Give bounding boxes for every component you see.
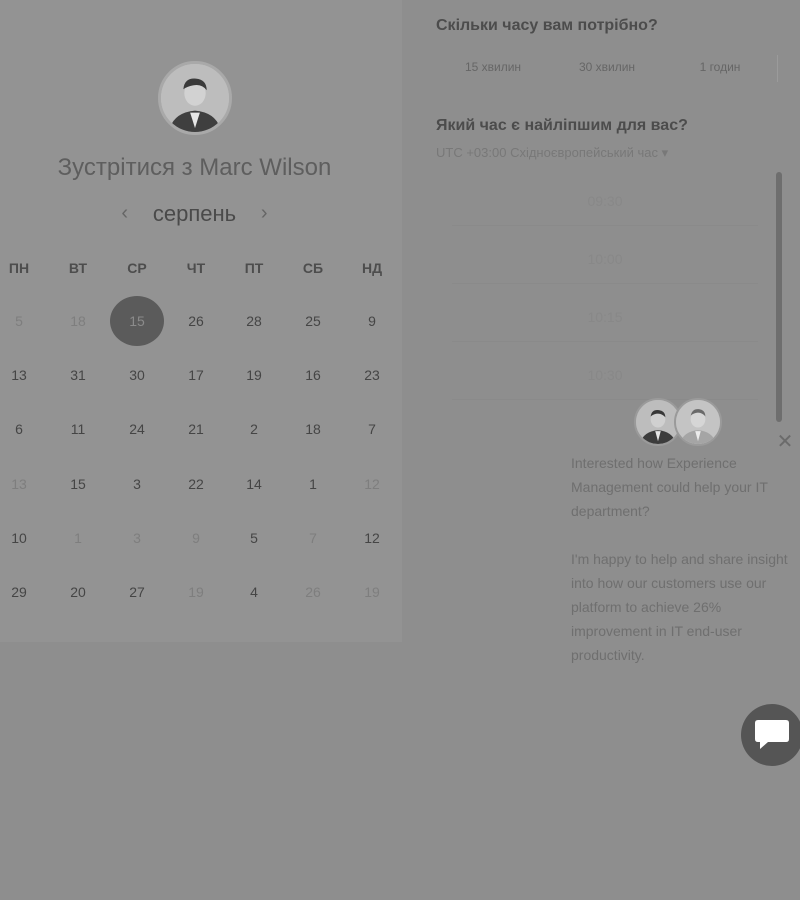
duration-selector: 15 хвилин 30 хвилин 1 годин xyxy=(436,55,778,82)
time-slot[interactable]: 09:30 xyxy=(452,170,758,226)
month-navigator: ‹ серпень › xyxy=(0,200,389,230)
calendar-day[interactable]: 7 xyxy=(352,417,392,441)
calendar-day[interactable]: 7 xyxy=(293,526,333,550)
calendar-day[interactable]: 14 xyxy=(234,472,274,496)
time-slot[interactable]: 10:00 xyxy=(452,228,758,284)
calendar-day[interactable]: 13 xyxy=(0,363,39,387)
time-slot[interactable]: 10:15 xyxy=(452,286,758,342)
weekday-label: СР xyxy=(127,260,147,276)
weekday-label: СБ xyxy=(302,260,324,276)
calendar-day[interactable]: 26 xyxy=(176,309,216,333)
next-month-button[interactable]: › xyxy=(252,200,276,226)
time-slot[interactable]: 10:30 xyxy=(452,344,758,400)
prev-month-button[interactable]: ‹ xyxy=(113,200,137,226)
weekday-label: ЧТ xyxy=(186,260,206,276)
calendar-day[interactable]: 18 xyxy=(58,309,98,333)
calendar-day[interactable]: 17 xyxy=(176,363,216,387)
calendar-day[interactable]: 3 xyxy=(117,472,157,496)
calendar-day[interactable]: 13 xyxy=(0,472,39,496)
calendar-day[interactable]: 21 xyxy=(176,417,216,441)
calendar-day[interactable]: 1 xyxy=(58,526,98,550)
calendar-day[interactable]: 9 xyxy=(176,526,216,550)
duration-option-60[interactable]: 1 годин xyxy=(663,60,777,74)
time-question: Який час є найліпшим для вас? xyxy=(436,117,688,134)
calendar-day[interactable]: 29 xyxy=(0,580,39,604)
calendar-day[interactable]: 12 xyxy=(352,472,392,496)
calendar-day[interactable]: 1 xyxy=(293,472,333,496)
chat-agent-avatars xyxy=(634,398,724,448)
calendar-day[interactable]: 24 xyxy=(117,417,157,441)
calendar-day[interactable]: 9 xyxy=(352,309,392,333)
calendar-day[interactable]: 20 xyxy=(58,580,98,604)
calendar-day[interactable]: 15 xyxy=(58,472,98,496)
chat-bubble-icon xyxy=(755,720,789,749)
calendar-day[interactable]: 31 xyxy=(58,363,98,387)
meeting-title: Зустрітися з Marc Wilson xyxy=(57,154,332,181)
weekday-header: ПН ВТ СР ЧТ ПТ СБ НД xyxy=(0,260,402,280)
time-slot-list: 09:30 10:00 10:15 10:30 xyxy=(452,170,762,410)
agent-avatar xyxy=(674,398,722,446)
calendar-day[interactable]: 3 xyxy=(117,526,157,550)
calendar-day[interactable]: 22 xyxy=(176,472,216,496)
weekday-label: ВТ xyxy=(68,260,88,276)
calendar-day[interactable]: 19 xyxy=(234,363,274,387)
calendar-panel: Зустрітися з Marc Wilson ‹ серпень › ПН В… xyxy=(0,0,402,642)
duration-question: Скільки часу вам потрібно? xyxy=(436,17,658,34)
month-label: серпень xyxy=(152,201,237,226)
host-avatar xyxy=(158,61,232,135)
calendar-day[interactable]: 19 xyxy=(352,580,392,604)
calendar-day[interactable]: 6 xyxy=(0,417,39,441)
timezone-dropdown[interactable]: UTC +03:00 Східноєвропейський час ▾ xyxy=(436,145,668,161)
calendar-day[interactable]: 12 xyxy=(352,526,392,550)
duration-option-15[interactable]: 15 хвилин xyxy=(436,60,550,74)
chat-message: Interested how Experience Management cou… xyxy=(571,451,793,691)
weekday-label: НД xyxy=(361,260,383,276)
calendar-day[interactable]: 10 xyxy=(0,526,39,550)
chat-launcher-button[interactable] xyxy=(741,704,800,766)
calendar-day[interactable]: 2 xyxy=(234,417,274,441)
duration-option-30[interactable]: 30 хвилин xyxy=(550,60,664,74)
calendar-day[interactable]: 18 xyxy=(293,417,333,441)
calendar-day[interactable]: 27 xyxy=(117,580,157,604)
calendar-day[interactable]: 28 xyxy=(234,309,274,333)
chat-message-line: I'm happy to help and share insight into… xyxy=(571,551,788,663)
weekday-label: ПТ xyxy=(244,260,264,276)
calendar-day[interactable]: 11 xyxy=(58,417,98,441)
calendar-day[interactable]: 5 xyxy=(234,526,274,550)
calendar-day[interactable]: 30 xyxy=(117,363,157,387)
chat-close-button[interactable]: ✕ xyxy=(775,432,795,452)
time-slot-scrollbar[interactable] xyxy=(776,172,782,422)
calendar-day[interactable]: 16 xyxy=(293,363,333,387)
person-icon xyxy=(161,64,229,132)
person-icon xyxy=(676,400,720,444)
calendar-day[interactable]: 25 xyxy=(293,309,333,333)
calendar-day[interactable]: 19 xyxy=(176,580,216,604)
chat-message-line: Interested how Experience Management cou… xyxy=(571,455,768,519)
weekday-label: ПН xyxy=(8,260,30,276)
calendar-day[interactable]: 23 xyxy=(352,363,392,387)
calendar-day-selected[interactable]: 15 xyxy=(110,296,164,346)
calendar-day[interactable]: 26 xyxy=(293,580,333,604)
calendar-day[interactable]: 4 xyxy=(234,580,274,604)
calendar-day[interactable]: 5 xyxy=(0,309,39,333)
